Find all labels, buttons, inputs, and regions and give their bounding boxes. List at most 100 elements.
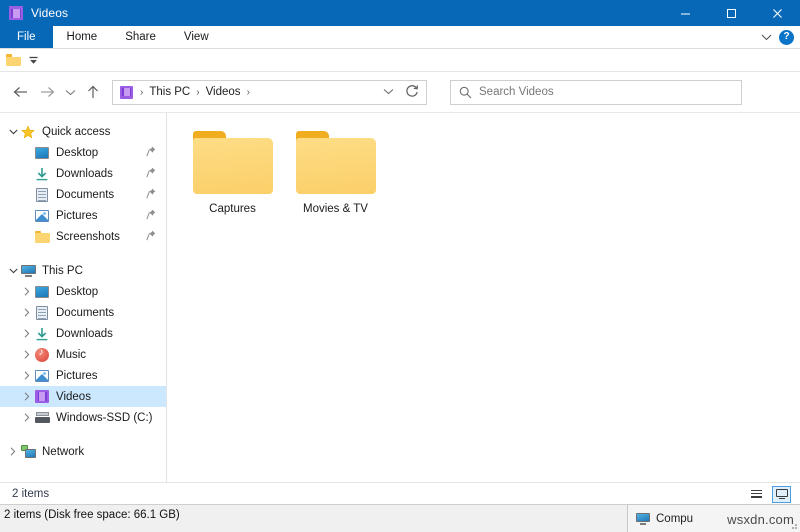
title-bar: Videos: [0, 0, 800, 26]
sidebar-item-documents[interactable]: Documents: [0, 302, 166, 323]
list-item[interactable]: Captures: [181, 127, 284, 215]
sidebar-group-label: Network: [42, 446, 84, 458]
refresh-icon[interactable]: [400, 81, 424, 102]
address-bar[interactable]: › This PC › Videos ›: [112, 80, 427, 105]
sidebar-item-label: Downloads: [56, 168, 113, 180]
sidebar-group-quick-access[interactable]: Quick access: [0, 121, 166, 142]
folder-icon: [34, 229, 50, 245]
maximize-icon[interactable]: [708, 0, 754, 26]
computer-icon: [20, 263, 36, 279]
breadcrumb-separator: ›: [243, 87, 254, 98]
downloads-icon: [34, 166, 50, 182]
tab-share[interactable]: Share: [111, 26, 170, 48]
ribbon-tab-bar: File Home Share View ?: [0, 26, 800, 49]
chevron-right-icon[interactable]: [6, 447, 20, 456]
sidebar-item-downloads-quick[interactable]: Downloads: [0, 163, 166, 184]
items-grid: Captures Movies & TV: [167, 127, 800, 215]
desktop-icon: [34, 145, 50, 161]
disk-space-tooltip: 2 items (Disk free space: 66.1 GB): [0, 509, 180, 521]
search-icon: [459, 86, 472, 99]
drive-icon: [34, 410, 50, 426]
explorer-body: Quick access Desktop Downloads: [0, 112, 800, 532]
tab-home[interactable]: Home: [53, 26, 112, 48]
address-bar-row: › This PC › Videos › Search Videos: [0, 72, 800, 112]
sidebar-item-pictures-quick[interactable]: Pictures: [0, 205, 166, 226]
help-icon[interactable]: ?: [779, 30, 794, 45]
chevron-right-icon[interactable]: [20, 350, 34, 359]
videos-folder-icon: [9, 6, 23, 20]
sidebar-item-pictures[interactable]: Pictures: [0, 365, 166, 386]
window-title: Videos: [31, 6, 68, 20]
pin-icon[interactable]: [146, 209, 156, 223]
details-view-icon[interactable]: [747, 486, 766, 503]
videos-icon: [34, 389, 50, 405]
quick-access-toolbar: [0, 49, 800, 72]
tab-view[interactable]: View: [170, 26, 223, 48]
folder-icon[interactable]: [6, 54, 21, 66]
list-item[interactable]: Movies & TV: [284, 127, 387, 215]
up-arrow-icon[interactable]: [80, 79, 106, 105]
network-icon: [20, 444, 36, 460]
sidebar-item-label: Documents: [56, 307, 114, 319]
breadcrumb-separator: ›: [192, 87, 203, 98]
pin-icon[interactable]: [146, 167, 156, 181]
folder-icon: [296, 131, 376, 194]
pictures-icon: [34, 208, 50, 224]
chevron-down-icon[interactable]: [6, 129, 20, 135]
sidebar-item-videos[interactable]: Videos: [0, 386, 166, 407]
chevron-right-icon[interactable]: [20, 329, 34, 338]
sidebar-item-label: Desktop: [56, 147, 98, 159]
pin-icon[interactable]: [146, 188, 156, 202]
sidebar-group-label: Quick access: [42, 126, 110, 138]
computer-icon: [636, 513, 650, 525]
chevron-right-icon[interactable]: [20, 413, 34, 422]
chevron-right-icon[interactable]: [20, 371, 34, 380]
chevron-right-icon[interactable]: [20, 287, 34, 296]
sidebar-item-label: Downloads: [56, 328, 113, 340]
music-icon: [34, 347, 50, 363]
forward-arrow-icon[interactable]: [34, 79, 60, 105]
address-chevron-down-icon[interactable]: [376, 81, 400, 102]
sidebar-item-desktop[interactable]: Desktop: [0, 281, 166, 302]
chevron-right-icon[interactable]: [20, 308, 34, 317]
sidebar-item-screenshots-quick[interactable]: Screenshots: [0, 226, 166, 247]
breadcrumb-videos[interactable]: Videos: [204, 86, 243, 98]
sidebar-item-windows-ssd[interactable]: Windows-SSD (C:): [0, 407, 166, 428]
sidebar-item-music[interactable]: Music: [0, 344, 166, 365]
pictures-icon: [34, 368, 50, 384]
file-list-pane[interactable]: Captures Movies & TV: [167, 113, 800, 532]
minimize-icon[interactable]: [662, 0, 708, 26]
pin-icon[interactable]: [146, 146, 156, 160]
sidebar-group-this-pc[interactable]: This PC: [0, 260, 166, 281]
sidebar-spacer: [0, 428, 166, 441]
close-icon[interactable]: [754, 0, 800, 26]
pin-icon[interactable]: [146, 230, 156, 244]
breadcrumb-separator: ›: [136, 87, 147, 98]
sidebar-spacer: [0, 247, 166, 260]
sidebar-item-downloads[interactable]: Downloads: [0, 323, 166, 344]
chevron-down-icon[interactable]: [759, 30, 773, 44]
large-icons-view-icon[interactable]: [772, 486, 791, 503]
sidebar-item-label: Windows-SSD (C:): [56, 412, 152, 424]
chevron-down-icon[interactable]: [6, 268, 20, 274]
sidebar-group-network[interactable]: Network: [0, 441, 166, 462]
item-count-label: 2 items: [12, 488, 49, 500]
search-input[interactable]: Search Videos: [479, 86, 554, 98]
chevron-right-icon[interactable]: [20, 392, 34, 401]
breadcrumb-this-pc[interactable]: This PC: [147, 86, 192, 98]
sidebar-item-desktop-quick[interactable]: Desktop: [0, 142, 166, 163]
sidebar-item-label: Screenshots: [56, 231, 120, 243]
folder-icon: [193, 131, 273, 194]
customize-dropdown-icon[interactable]: [28, 55, 38, 65]
sidebar-item-label: Pictures: [56, 370, 98, 382]
back-arrow-icon[interactable]: [8, 79, 34, 105]
desktop-icon: [34, 284, 50, 300]
star-icon: [20, 124, 36, 140]
recent-locations-chevron-icon[interactable]: [60, 79, 80, 105]
tab-file[interactable]: File: [0, 26, 53, 48]
search-box[interactable]: Search Videos: [450, 80, 742, 105]
sidebar-item-documents-quick[interactable]: Documents: [0, 184, 166, 205]
sidebar-group-label: This PC: [42, 265, 83, 277]
item-label: Movies & TV: [303, 203, 368, 215]
sidebar-item-label: Videos: [56, 391, 91, 403]
